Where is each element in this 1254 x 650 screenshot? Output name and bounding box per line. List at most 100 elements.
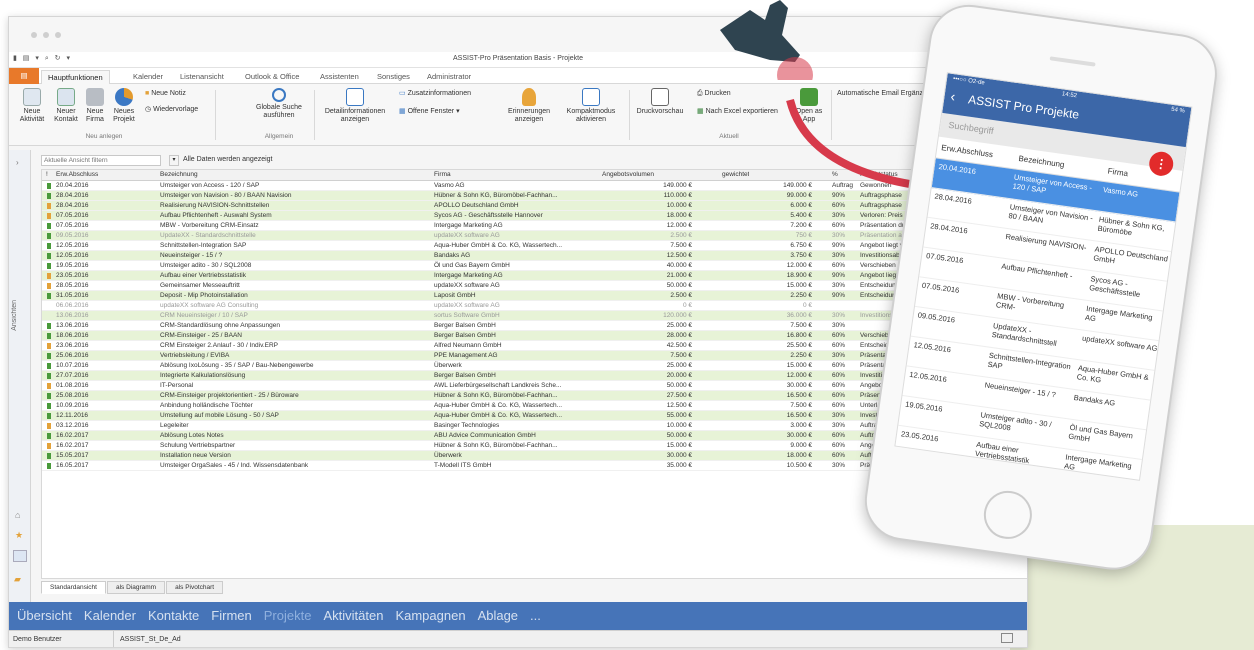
minimize-dot[interactable] [43, 32, 49, 38]
tab-hauptfunktionen[interactable]: Hauptfunktionen [41, 70, 110, 84]
cell-percent: 90% [832, 272, 846, 279]
table-row[interactable]: 12.05.2016 Schnittstellen-Integration SAP… [42, 241, 1027, 251]
zoom-dot[interactable] [55, 32, 61, 38]
detail-info-button[interactable]: Detailinformationen anzeigen [321, 88, 389, 124]
phone-cell-date: 23.05.2016 [900, 429, 939, 444]
cell-bezeichnung: Legeleiter [160, 422, 189, 429]
flag-icon [47, 383, 51, 389]
table-row[interactable]: 07.05.2016 Aufbau Pflichtenheft - Auswahl… [42, 211, 1027, 221]
folder-icon[interactable]: ▰ [14, 574, 21, 585]
table-row[interactable]: 27.07.2016 Integrierte Kalkulationslösung… [42, 371, 1027, 381]
cell-volume: 30.000 € [666, 452, 692, 459]
table-row[interactable]: 13.06.2016 CRM Neueinsteiger / 10 / SAP so… [42, 311, 1027, 321]
cell-volume: 40.000 € [666, 262, 692, 269]
cell-weighted: 16.500 € [786, 412, 812, 419]
filter-dropdown-icon[interactable]: ▾ [169, 155, 179, 166]
flag-icon [47, 243, 51, 249]
phone-screen: •••○○ O2-de 14:52 54 % ‹ ASSIST Pro Proj… [894, 72, 1193, 481]
col-gewichtet[interactable]: gewichtet [722, 170, 749, 180]
phone-col-firma[interactable]: Firma [1107, 166, 1129, 178]
cell-volume: 21.000 € [666, 272, 692, 279]
nav-firmen[interactable]: Firmen [211, 608, 251, 623]
nav-kontakte[interactable]: Kontakte [148, 608, 199, 623]
new-note-button[interactable]: ■ Neue Notiz [145, 90, 215, 98]
phone-col-date[interactable]: Erw.Abschluss [941, 143, 994, 159]
cell-volume: 7.500 € [670, 242, 692, 249]
chevron-down-icon: ▾ [454, 108, 460, 115]
reminders-button[interactable]: Erinnerungen anzeigen [503, 88, 555, 124]
tab-standardansicht[interactable]: Standardansicht [41, 581, 106, 594]
tab-pivotchart[interactable]: als Pivotchart [166, 581, 224, 594]
additional-info-button[interactable]: ▭ Zusatzinformationen [399, 90, 499, 98]
table-row[interactable]: 28.05.2016 Gemeinsamer Messeauftritt updat… [42, 281, 1027, 291]
cell-percent: 30% [832, 282, 846, 289]
collapse-icon[interactable]: › [16, 158, 19, 167]
nav-ablage[interactable]: Ablage [478, 608, 518, 623]
table-row[interactable]: 19.05.2016 Umsteiger adito - 30 / SQL2008… [42, 261, 1027, 271]
print-preview-button[interactable]: Druckvorschau [635, 88, 685, 116]
close-dot[interactable] [31, 32, 37, 38]
global-search-button[interactable]: Globale Suche ausführen [249, 88, 309, 120]
table-row[interactable]: 10.07.2016 Ablösung IxoLösung - 35 / SAP … [42, 361, 1027, 371]
reminders-label: Erinnerungen anzeigen [507, 108, 551, 123]
cell-volume: 18.000 € [666, 212, 692, 219]
nav-more[interactable]: ... [530, 608, 541, 623]
filter-input[interactable] [41, 155, 161, 166]
tab-diagramm[interactable]: als Diagramm [106, 581, 166, 594]
col-flag[interactable]: ! [46, 170, 48, 180]
table-row[interactable]: 18.06.2016 CRM-Einsteiger - 25 / BAAN Berg… [42, 331, 1027, 341]
col-bezeichnung[interactable]: Bezeichnung [160, 170, 198, 180]
table-row[interactable]: 13.06.2016 CRM-Standardlösung ohne Anpass… [42, 321, 1027, 331]
cell-volume: 110.000 € [663, 192, 692, 199]
cell-percent: 60% [832, 332, 846, 339]
tab-kalender[interactable]: Kalender [127, 70, 169, 84]
table-row[interactable]: 09.05.2016 UpdateXX - Standardschnittstel… [42, 231, 1027, 241]
open-windows-button[interactable]: ▦ Offene Fenster ▾ [399, 108, 499, 116]
new-contact-button[interactable]: Neuer Kontakt [51, 88, 81, 124]
table-row[interactable]: 06.06.2016 updateXX software AG Consultin… [42, 301, 1027, 311]
table-row[interactable]: 12.05.2016 Neueinsteiger - 15 / ? Bandaks … [42, 251, 1027, 261]
col-firma[interactable]: Firma [434, 170, 451, 180]
cell-firma: Bandaks AG [434, 252, 471, 259]
table-row[interactable]: 23.06.2016 CRM Einsteiger 2.Anlauf - 30 /… [42, 341, 1027, 351]
tab-listenansicht[interactable]: Listenansicht [174, 70, 230, 84]
grid-view-icon[interactable] [13, 550, 27, 562]
tab-administrator[interactable]: Administrator [421, 70, 477, 84]
compact-mode-button[interactable]: Kompaktmodus aktivieren [561, 88, 621, 124]
cell-weighted: 30.000 € [786, 432, 812, 439]
new-company-button[interactable]: Neue Firma [83, 88, 107, 124]
flag-icon [47, 193, 51, 199]
home-icon[interactable]: ⌂ [15, 510, 20, 520]
cell-firma: Vasmo AG [434, 182, 465, 189]
file-tab[interactable]: ▤ [9, 68, 39, 84]
col-angebotsvolumen[interactable]: Angebotsvolumen [602, 170, 654, 180]
table-row[interactable]: 25.06.2016 Vertriebsleitung / EVIBA PPE Ma… [42, 351, 1027, 361]
cell-weighted: 12.000 € [786, 262, 812, 269]
home-button[interactable] [980, 487, 1035, 542]
nav-kalender[interactable]: Kalender [84, 608, 136, 623]
new-activity-button[interactable]: Neue Aktivität [15, 88, 49, 124]
table-row[interactable]: 23.05.2016 Aufbau einer Vertriebsstatisti… [42, 271, 1027, 281]
cell-firma: Hübner & Sohn KG, Büromöbel-Fachhan... [434, 392, 558, 399]
flag-icon [47, 343, 51, 349]
nav-projekte[interactable]: Projekte [264, 608, 312, 623]
flag-icon [47, 363, 51, 369]
back-icon[interactable]: ‹ [950, 88, 957, 104]
nav-kampagnen[interactable]: Kampagnen [395, 608, 465, 623]
phone-col-bez[interactable]: Bezeichnung [1018, 154, 1065, 169]
print-button[interactable]: ⎙ Drucken [697, 90, 757, 98]
col-erw-abschluss[interactable]: Erw.Abschluss [56, 170, 98, 180]
new-project-button[interactable]: Neues Projekt [109, 88, 139, 124]
table-row[interactable]: 07.05.2016 MBW - Vorbereitung CRM-Einsatz… [42, 221, 1027, 231]
star-icon[interactable]: ★ [15, 530, 23, 541]
cell-percent: 60% [832, 392, 846, 399]
phone-time: 14:52 [1061, 91, 1078, 100]
nav-aktivitaeten[interactable]: Aktivitäten [323, 608, 383, 623]
tab-assistenten[interactable]: Assistenten [314, 70, 365, 84]
status-window-icon[interactable] [1001, 633, 1013, 643]
follow-up-button[interactable]: ◷ Wiedervorlage [145, 106, 215, 114]
tab-sonstiges[interactable]: Sonstiges [371, 70, 416, 84]
nav-uebersicht[interactable]: Übersicht [17, 608, 72, 623]
table-row[interactable]: 31.05.2016 Deposit - Mip Photoinstallatio… [42, 291, 1027, 301]
tab-outlook-office[interactable]: Outlook & Office [239, 70, 305, 84]
